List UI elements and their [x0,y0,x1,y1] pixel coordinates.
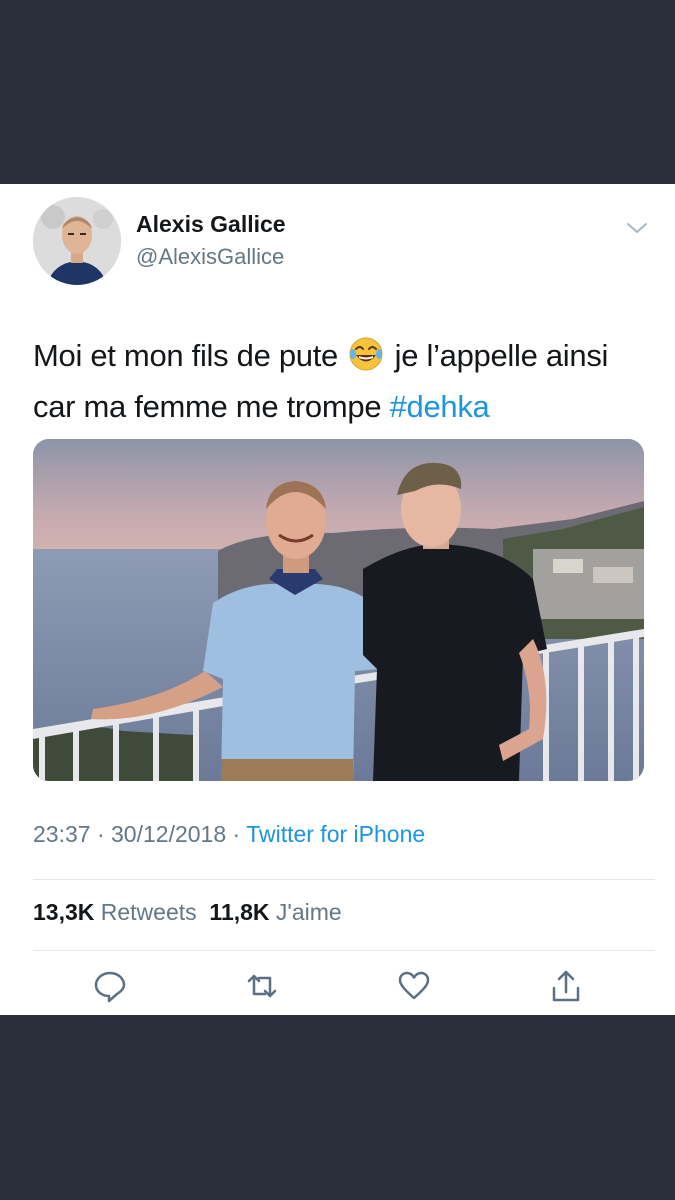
divider-bottom [33,950,655,951]
likes-label: J'aime [275,899,342,925]
author-avatar[interactable] [33,197,121,285]
reply-icon[interactable] [93,968,127,1004]
tweet-date: 30/12/2018 [111,821,227,847]
retweets-label: Retweets [100,899,197,925]
tweet-timestamp: 23:37 · 30/12/2018 · Twitter for iPhone [33,821,425,848]
retweets-count: 13,3K [33,899,95,925]
author-name[interactable]: Alexis Gallice [136,211,286,238]
chevron-down-icon[interactable] [624,218,650,238]
share-icon[interactable] [549,968,583,1004]
meta-separator: · [96,821,105,847]
tweet-time: 23:37 [33,821,91,847]
retweet-icon[interactable] [245,968,279,1004]
hashtag-link[interactable]: #dehka [390,389,490,424]
tweet-text-part1: Moi et mon fils de pute [33,338,338,373]
divider-top [33,879,655,880]
tweet-source-link[interactable]: Twitter for iPhone [246,821,425,847]
meta-separator-2: · [232,821,241,847]
retweets-stat[interactable]: 13,3K Retweets [33,899,197,925]
likes-count: 11,8K [209,899,270,925]
tweet-stats: 13,3K Retweets 11,8K J'aime [33,899,342,926]
like-icon[interactable] [397,968,431,1004]
laughing-emoji-icon [349,337,383,371]
tweet-photo[interactable] [33,439,644,781]
likes-stat[interactable]: 11,8K J'aime [209,899,341,925]
tweet-text: Moi et mon fils de pute je l’appelle ain… [33,330,653,432]
author-handle[interactable]: @AlexisGallice [136,244,284,270]
